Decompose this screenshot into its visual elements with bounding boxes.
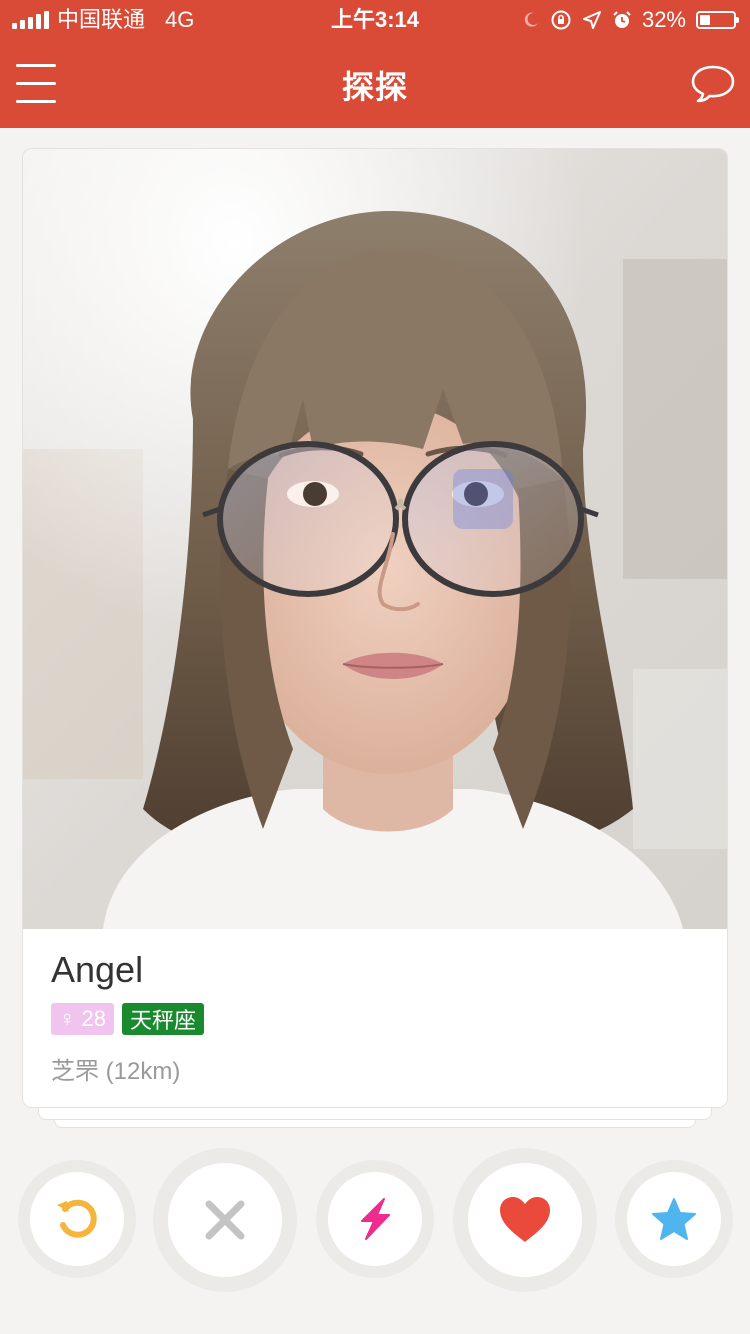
gender-age-badge: ♀ 28 [51, 1003, 114, 1035]
action-bar [0, 1140, 750, 1300]
header: 中国联通 4G 上午3:14 32% 探探 [0, 0, 750, 128]
rotation-lock-icon [551, 10, 571, 30]
female-icon: ♀ [59, 1006, 76, 1031]
profile-name: Angel [51, 949, 144, 990]
boost-button[interactable] [316, 1160, 434, 1278]
profile-photo[interactable] [23, 149, 727, 929]
chat-icon[interactable] [690, 64, 736, 104]
app-screen: 中国联通 4G 上午3:14 32% 探探 Angel ♀ 28 天秤座 芝罘 … [0, 0, 750, 1334]
battery-icon [696, 11, 739, 29]
profile-info[interactable]: Angel ♀ 28 天秤座 芝罘 (12km) [23, 929, 727, 1107]
super-like-button-inner [627, 1172, 721, 1266]
profile-card[interactable]: Angel ♀ 28 天秤座 芝罘 (12km) [22, 148, 728, 1108]
age-label: 28 [81, 1006, 106, 1031]
heart-icon [500, 1197, 550, 1242]
undo-icon [57, 1199, 97, 1238]
profile-tags: ♀ 28 天秤座 [51, 1003, 204, 1035]
nav-bar: 探探 [0, 40, 750, 128]
star-icon [652, 1198, 696, 1240]
dislike-button[interactable] [153, 1148, 297, 1292]
page-title: 探探 [341, 69, 408, 105]
like-button[interactable] [453, 1148, 597, 1292]
profile-photo-image [23, 149, 727, 929]
close-icon [205, 1200, 245, 1240]
super-like-button[interactable] [615, 1160, 733, 1278]
undo-button[interactable] [18, 1160, 136, 1278]
lightning-icon [361, 1198, 390, 1240]
status-right: 32% [522, 0, 739, 40]
location-arrow-icon [582, 11, 601, 29]
status-bar: 中国联通 4G 上午3:14 32% [0, 0, 750, 40]
like-button-inner [468, 1163, 582, 1277]
moon-icon [524, 12, 538, 27]
undo-button-inner [30, 1172, 124, 1266]
location-label: 芝罘 (12km) [51, 1058, 181, 1085]
battery-percent: 32% [641, 7, 686, 32]
dislike-button-inner [168, 1163, 282, 1277]
zodiac-badge: 天秤座 [121, 1003, 204, 1035]
alarm-icon [613, 11, 631, 28]
boost-button-inner [328, 1172, 422, 1266]
